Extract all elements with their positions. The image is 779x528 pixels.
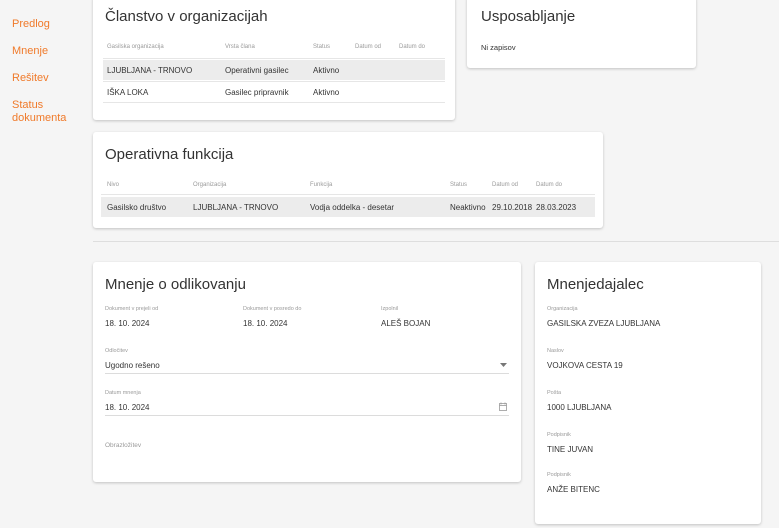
- training-card: Usposabljanje Ni zapisov: [467, 0, 696, 68]
- operational-header-org: Organizacija: [193, 182, 227, 188]
- membership-header-divider: [103, 58, 445, 59]
- row-divider: [103, 102, 445, 103]
- provider-field-value: VOJKOVA CESTA 19: [547, 361, 623, 370]
- operational-header-level: Nivo: [107, 182, 120, 188]
- nav-item-mnenje[interactable]: Mnenje: [12, 45, 48, 58]
- provider-field-label: Podpisnik: [547, 432, 571, 438]
- membership-cell: IŠKA LOKA: [107, 88, 149, 97]
- notes-placeholder: Obrazložitev: [105, 442, 142, 449]
- opinion-card: Mnenje o odlikovanju Dokument v prejeli …: [93, 262, 521, 482]
- decision-select[interactable]: Odločitev Ugodno rešeno: [105, 348, 509, 374]
- operational-cell: Neaktivno: [450, 203, 486, 212]
- membership-title: Članstvo v organizacijah: [105, 8, 268, 25]
- membership-card: Članstvo v organizacijah Gasilska organi…: [93, 0, 455, 120]
- operational-function-card: Operativna funkcija Nivo Organizacija Fu…: [93, 132, 603, 228]
- membership-header-type: Vrsta člana: [225, 44, 255, 50]
- provider-field-label: Podpisnik: [547, 472, 571, 478]
- training-title: Usposabljanje: [481, 8, 576, 25]
- operational-header-from: Datum od: [492, 182, 519, 188]
- operational-cell: Vodja oddelka - desetar: [310, 203, 395, 212]
- section-divider: [93, 241, 779, 242]
- membership-cell: LJUBLJANA - TRNOVO: [107, 66, 193, 75]
- nav-item-predlog[interactable]: Predlog: [12, 18, 50, 31]
- operational-cell: LJUBLJANA - TRNOVO: [193, 203, 279, 212]
- calendar-icon[interactable]: [499, 402, 507, 411]
- opinion-date-label: Datum mnenja: [105, 390, 141, 396]
- received-date-field[interactable]: Dokument v prejeli od 18. 10. 2024: [105, 306, 231, 330]
- editor-label: Izpolnil: [381, 306, 399, 312]
- opinion-date-underline: [105, 415, 509, 416]
- nav-item-resitev[interactable]: Rešitev: [12, 72, 49, 85]
- operational-cell: Gasilsko društvo: [107, 203, 167, 212]
- membership-cell: Gasilec pripravnik: [225, 88, 289, 97]
- decision-label: Odločitev: [105, 348, 128, 354]
- membership-cell: Operativni gasilec: [225, 66, 289, 75]
- nav-item-status-dokumenta[interactable]: Status dokumenta: [12, 99, 72, 125]
- provider-field-label: Pošta: [547, 390, 562, 396]
- provider-field-label: Organizacija: [547, 306, 578, 312]
- provider-field-value: ANŽE BITENC: [547, 485, 600, 494]
- sent-date-value: 18. 10. 2024: [243, 319, 288, 328]
- membership-header-org: Gasilska organizacija: [107, 44, 164, 50]
- operational-title: Operativna funkcija: [105, 146, 234, 163]
- membership-header-status: Status: [313, 44, 331, 50]
- decision-value: Ugodno rešeno: [105, 361, 160, 370]
- membership-cell: Aktivno: [313, 88, 340, 97]
- provider-field-value: GASILSKA ZVEZA LJUBLJANA: [547, 319, 661, 328]
- operational-header-to: Datum do: [536, 182, 563, 188]
- notes-field[interactable]: Obrazložitev: [105, 442, 509, 464]
- membership-header-from: Datum od: [355, 44, 382, 50]
- row-divider: [103, 81, 445, 82]
- opinion-date-value: 18. 10. 2024: [105, 403, 150, 412]
- training-empty-text: Ni zapisov: [481, 43, 516, 52]
- operational-header-divider: [101, 194, 595, 195]
- received-date-label: Dokument v prejeli od: [105, 306, 159, 312]
- editor-value: ALEŠ BOJAN: [381, 319, 431, 328]
- received-date-value: 18. 10. 2024: [105, 319, 150, 328]
- provider-field-value: TINE JUVAN: [547, 445, 594, 454]
- sent-date-label: Dokument v posredo do: [243, 306, 302, 312]
- opinion-date-field[interactable]: Datum mnenja 18. 10. 2024: [105, 390, 509, 416]
- opinion-title: Mnenje o odlikovanju: [105, 276, 246, 293]
- provider-field-value: 1000 LJUBLJANA: [547, 403, 612, 412]
- sent-date-field[interactable]: Dokument v posredo do 18. 10. 2024: [243, 306, 369, 330]
- provider-field-label: Naslov: [547, 348, 564, 354]
- membership-header-to: Datum do: [399, 44, 426, 50]
- operational-cell: 29.10.2018: [492, 203, 533, 212]
- membership-cell: Aktivno: [313, 66, 340, 75]
- provider-title: Mnenjedajalec: [547, 276, 644, 293]
- provider-card: Mnenjedajalec Organizacija GASILSKA ZVEZ…: [535, 262, 761, 524]
- editor-field[interactable]: Izpolnil ALEŠ BOJAN: [381, 306, 507, 330]
- decision-underline: [105, 373, 509, 374]
- operational-cell: 28.03.2023: [536, 203, 577, 212]
- operational-header-status: Status: [450, 182, 468, 188]
- operational-header-function: Funkcija: [310, 182, 333, 188]
- chevron-down-icon[interactable]: [500, 363, 507, 368]
